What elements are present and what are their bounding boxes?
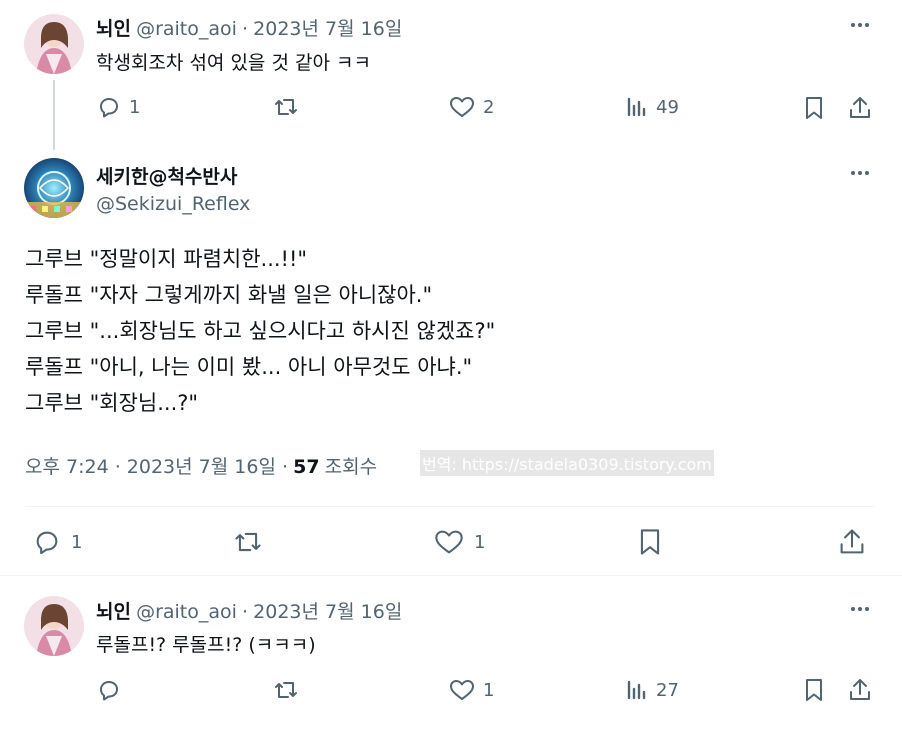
like-button[interactable]: 1 <box>449 678 494 702</box>
retweet-button[interactable] <box>273 95 299 123</box>
share-icon <box>848 677 872 703</box>
more-dots-icon[interactable] <box>848 597 872 621</box>
handle[interactable]: @raito_aoi <box>136 601 237 623</box>
views-button[interactable]: 49 <box>626 95 679 119</box>
bookmark-icon <box>803 95 825 121</box>
divider <box>0 575 902 576</box>
views-button[interactable]: 27 <box>626 678 679 702</box>
like-button[interactable]: 2 <box>449 95 494 119</box>
retweet-button[interactable] <box>233 528 263 560</box>
separator: · <box>242 18 249 40</box>
tweet-timestamp[interactable]: 오후 7:24 · 2023년 7월 16일 · <box>25 456 288 478</box>
like-count: 2 <box>483 96 495 118</box>
handle[interactable]: @raito_aoi <box>136 18 237 40</box>
heart-icon <box>434 528 464 556</box>
retweet-button[interactable] <box>273 678 299 706</box>
divider <box>25 506 875 507</box>
avatar[interactable] <box>24 158 84 218</box>
avatar[interactable] <box>24 14 84 74</box>
share-icon <box>848 95 872 121</box>
tweet-line: 그루브 "...회장님도 하고 싶으시다고 하시진 않겠죠?" <box>25 319 496 343</box>
tweet-line: 루돌프 "아니, 나는 이미 봤... 아니 아무것도 아냐." <box>25 355 473 379</box>
tweet-text: 루돌프!? 루돌프!? (ㅋㅋㅋ) <box>96 634 316 656</box>
display-name[interactable]: 세키한@척수반사 <box>96 162 237 189</box>
heart-icon <box>449 95 475 119</box>
view-count: 49 <box>656 96 679 118</box>
bookmark-button[interactable] <box>637 527 663 561</box>
reply-count: 1 <box>71 531 83 553</box>
tweet-date[interactable]: 2023년 7월 16일 <box>253 18 402 40</box>
retweet-icon <box>233 528 263 556</box>
like-count: 1 <box>483 679 495 701</box>
tweet-line: 루돌프 "자자 그렇게까지 화낼 일은 아니잖아." <box>25 283 433 307</box>
share-icon <box>838 527 866 557</box>
views-label: 조회수 <box>324 456 378 478</box>
tweet-body: 그루브 "정말이지 파렴치한...!!" 루돌프 "자자 그렇게까지 화낼 일은… <box>25 241 495 421</box>
retweet-icon <box>273 678 299 702</box>
separator: · <box>242 601 249 623</box>
thread-line <box>53 80 55 150</box>
display-name[interactable]: 뇌인 <box>96 18 131 40</box>
heart-icon <box>449 678 475 702</box>
translator-watermark: 번역: https://stadela0309.tistory.com <box>420 450 714 476</box>
share-button[interactable] <box>848 95 872 125</box>
view-count: 27 <box>656 679 679 701</box>
share-button[interactable] <box>848 677 872 707</box>
tweet-date[interactable]: 2023년 7월 16일 <box>253 601 402 623</box>
share-button[interactable] <box>838 527 866 561</box>
retweet-icon <box>273 95 299 119</box>
tweet-line: 그루브 "정말이지 파렴치한...!!" <box>25 247 308 271</box>
tweet-line: 그루브 "회장님...?" <box>25 391 199 415</box>
reply-icon <box>97 95 121 119</box>
reply-button[interactable] <box>97 678 121 706</box>
analytics-icon <box>626 95 648 119</box>
handle[interactable]: @Sekizui_Reflex <box>96 193 250 215</box>
reply-button[interactable]: 1 <box>33 528 82 556</box>
views-number: 57 <box>293 456 320 478</box>
reply-icon <box>97 678 121 702</box>
bookmark-button[interactable] <box>803 677 825 707</box>
bookmark-icon <box>803 677 825 703</box>
like-count: 1 <box>474 531 486 553</box>
display-name[interactable]: 뇌인 <box>96 601 131 623</box>
reply-count: 1 <box>129 96 141 118</box>
like-button[interactable]: 1 <box>434 528 485 556</box>
bookmark-icon <box>637 527 663 557</box>
reply-button[interactable]: 1 <box>97 95 140 119</box>
reply-icon <box>33 528 61 556</box>
avatar[interactable] <box>24 596 84 656</box>
bookmark-button[interactable] <box>803 95 825 125</box>
more-dots-icon[interactable] <box>848 161 872 185</box>
analytics-icon <box>626 678 648 702</box>
more-dots-icon[interactable] <box>848 13 872 37</box>
tweet-text: 학생회조차 섞여 있을 것 같아 ㅋㅋ <box>96 52 371 74</box>
